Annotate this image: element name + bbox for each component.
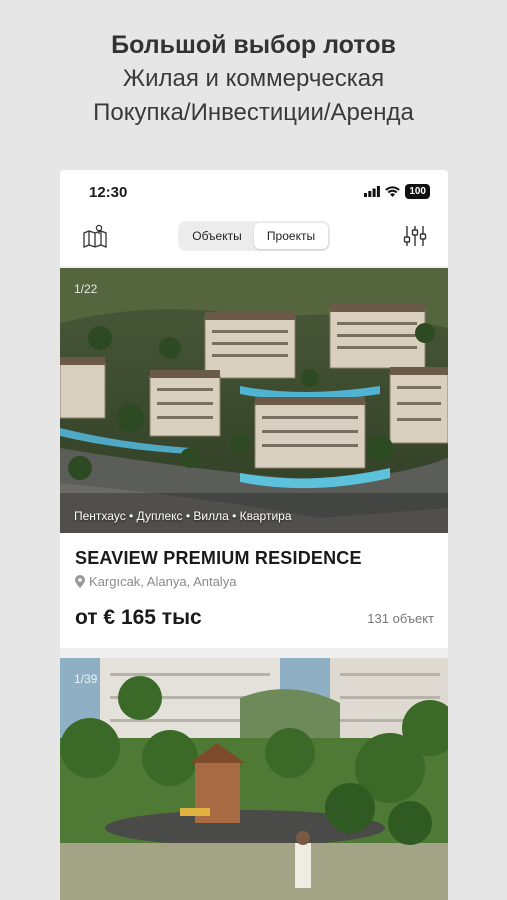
listing-photo[interactable]: 1/22 Пентхаус • Дуплекс • Вилла • Кварти…: [60, 268, 448, 533]
location-text: Kargıcak, Alanya, Antalya: [89, 574, 237, 589]
garden-playground-photo: [60, 658, 448, 900]
phone-screen: 12:30 100 Объекты Проекты 1/22 Пентхаус …: [60, 170, 448, 900]
image-counter: 1/22: [74, 282, 98, 296]
status-icons: 100: [364, 184, 430, 199]
residence-aerial-photo: [60, 268, 448, 533]
map-button[interactable]: [80, 221, 110, 251]
promo-header: Большой выбор лотов Жилая и коммерческая…: [0, 28, 507, 130]
app-bar: Объекты Проекты: [60, 214, 448, 266]
filter-button[interactable]: [400, 221, 430, 251]
location-pin-icon: [75, 575, 85, 588]
promo-subtitle-1: Жилая и коммерческая: [122, 65, 385, 92]
segmented-control: Объекты Проекты: [178, 221, 330, 251]
map-pin-icon: [83, 224, 107, 248]
listing-card[interactable]: 1/22 Пентхаус • Дуплекс • Вилла • Кварти…: [60, 268, 448, 648]
wifi-icon: [385, 186, 401, 197]
battery-icon: 100: [405, 184, 430, 199]
objects-count: 131 объект: [367, 611, 434, 626]
promo-title: Большой выбор лотов: [111, 31, 396, 59]
listing-location: Kargıcak, Alanya, Antalya: [75, 574, 236, 589]
promo-subtitle-2: Покупка/Инвестиции/Аренда: [93, 99, 414, 126]
tab-objects[interactable]: Объекты: [180, 223, 254, 249]
tab-projects[interactable]: Проекты: [254, 223, 328, 249]
status-time: 12:30: [89, 184, 128, 201]
listing-card[interactable]: 1/39: [60, 658, 448, 900]
listing-title[interactable]: SEAVIEW PREMIUM RESIDENCE: [75, 548, 362, 569]
signal-icon: [364, 186, 381, 197]
property-types: Пентхаус • Дуплекс • Вилла • Квартира: [74, 509, 292, 523]
sliders-icon: [403, 226, 427, 246]
image-counter: 1/39: [74, 672, 98, 686]
status-bar: 12:30 100: [60, 170, 448, 214]
listing-price: от € 165 тыс: [75, 606, 202, 629]
